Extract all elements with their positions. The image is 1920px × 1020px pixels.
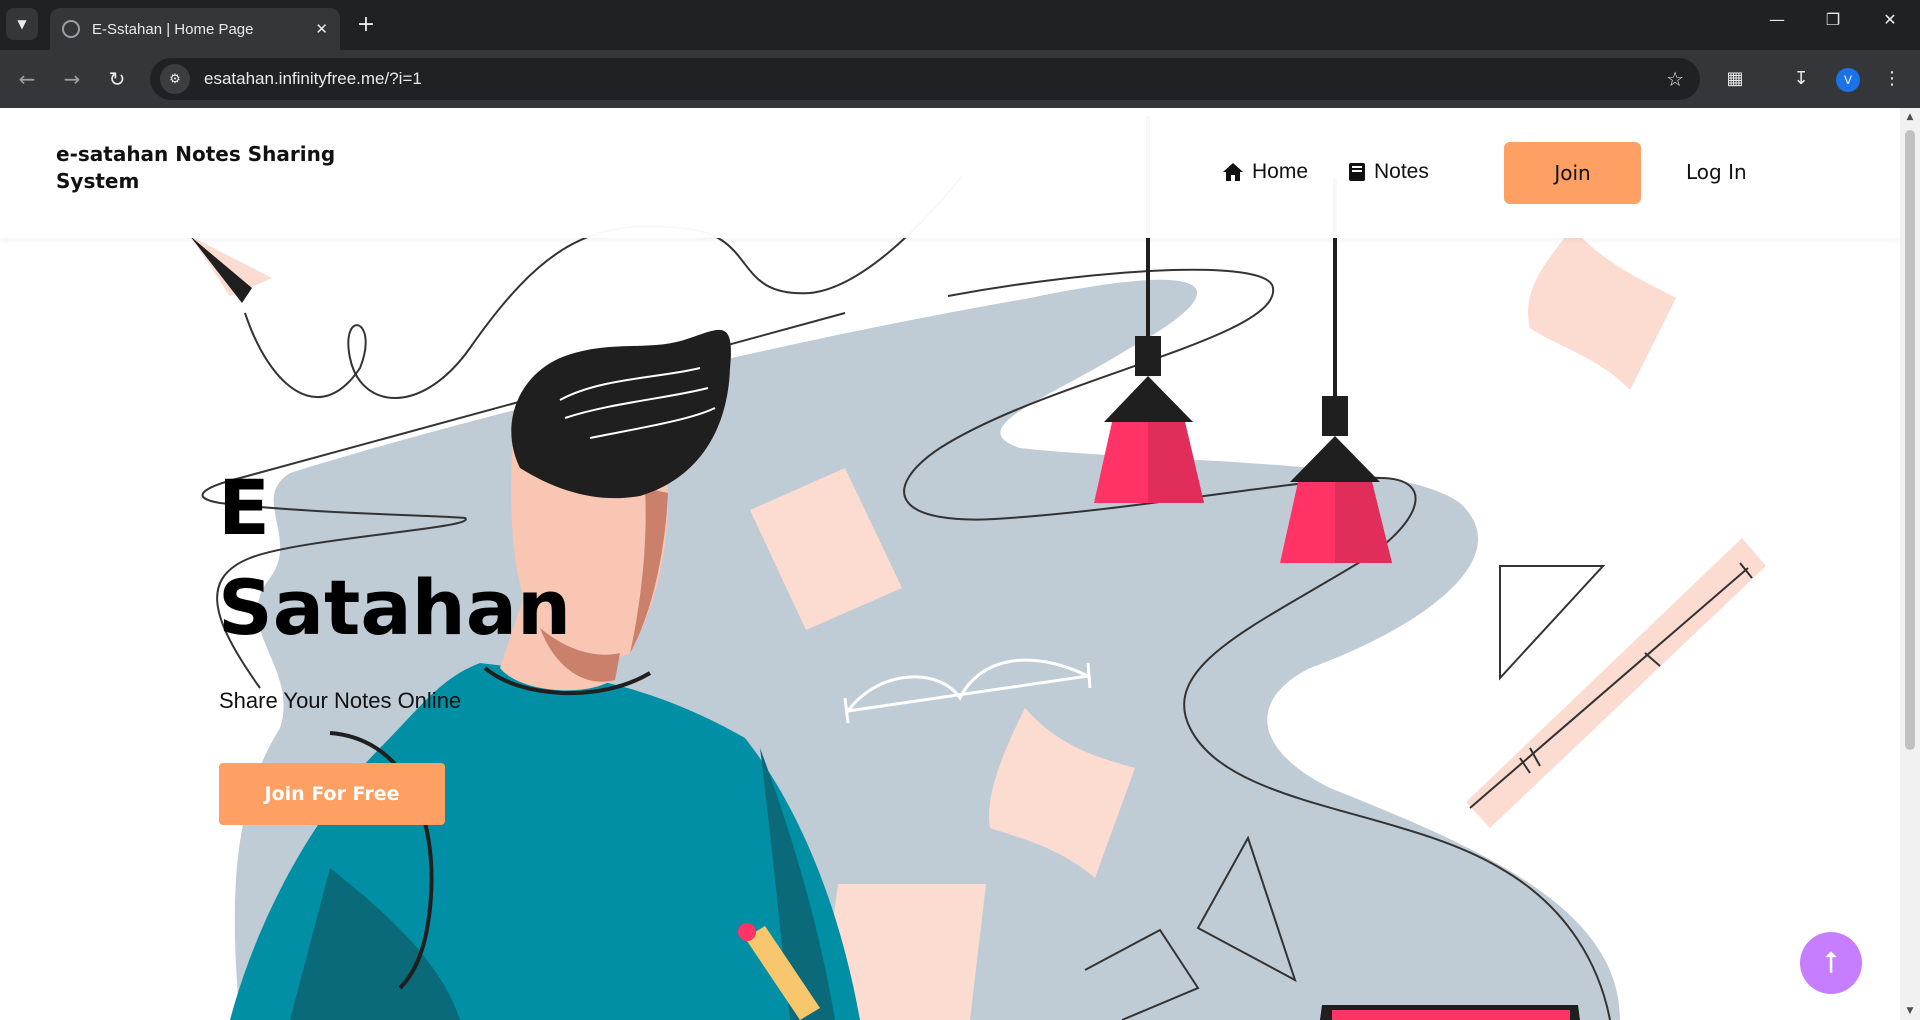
site-brand[interactable]: e-satahan Notes Sharing System — [56, 141, 346, 195]
site-info-icon[interactable]: ⚙ — [160, 64, 190, 94]
nav-notes[interactable]: Notes — [1348, 160, 1429, 184]
lamp-shade-2 — [1290, 436, 1380, 482]
tab-search-button[interactable]: ▼ — [6, 8, 38, 40]
scroll-down-icon[interactable]: ▼ — [1904, 1006, 1916, 1016]
browser-tab-strip: ▼ E-Sstahan | Home Page ✕ + — ❐ ✕ — [0, 0, 1920, 50]
new-tab-button[interactable]: + — [352, 12, 380, 40]
nav-notes-label: Notes — [1374, 160, 1429, 183]
minimize-icon[interactable]: — — [1763, 10, 1791, 29]
bookmark-star-icon[interactable]: ☆ — [1666, 67, 1684, 91]
extensions-icon[interactable]: ▦ — [1720, 64, 1750, 94]
lamp-shade-1 — [1104, 376, 1193, 422]
close-icon[interactable]: ✕ — [315, 20, 328, 38]
address-bar[interactable]: ⚙ esatahan.infinityfree.me/?i=1 ☆ — [150, 58, 1700, 100]
join-button[interactable]: Join — [1504, 142, 1641, 204]
page-viewport: e-satahan Notes Sharing System Home Note… — [0, 108, 1900, 1020]
site-header: e-satahan Notes Sharing System Home Note… — [0, 108, 1900, 238]
hero-subtitle: Share Your Notes Online — [219, 688, 462, 713]
triangle-outline-1 — [1499, 565, 1606, 681]
more-menu-icon[interactable]: ⋮ — [1877, 64, 1907, 94]
chevron-down-icon: ▼ — [17, 17, 27, 31]
nav-home[interactable]: Home — [1222, 160, 1308, 184]
paper-shape-1 — [1528, 228, 1676, 390]
back-icon[interactable]: ← — [12, 64, 42, 94]
page-scrollbar[interactable]: ▲ ▼ — [1900, 108, 1920, 1020]
join-free-button[interactable]: Join For Free — [219, 763, 445, 825]
browser-toolbar: ← → ↻ ⚙ esatahan.infinityfree.me/?i=1 ☆ … — [0, 50, 1920, 108]
window-close-icon[interactable]: ✕ — [1876, 10, 1904, 29]
hero-title-line2: Satahan — [218, 563, 572, 652]
nav-home-label: Home — [1252, 160, 1309, 183]
browser-tab-active[interactable]: E-Sstahan | Home Page ✕ — [50, 8, 340, 50]
globe-icon — [62, 20, 80, 38]
forward-icon[interactable]: → — [57, 64, 87, 94]
scroll-to-top-button[interactable]: ⭡ — [1800, 932, 1862, 994]
arrow-up-icon: ⭡ — [1823, 945, 1839, 981]
url-text[interactable]: esatahan.infinityfree.me/?i=1 — [204, 69, 1666, 89]
login-link[interactable]: Log In — [1686, 160, 1747, 184]
book-icon — [1349, 163, 1365, 181]
hero-title: E Satahan — [218, 458, 571, 658]
download-icon[interactable]: ↧ — [1786, 64, 1816, 94]
scroll-up-icon[interactable]: ▲ — [1904, 112, 1916, 122]
reload-icon[interactable]: ↻ — [102, 64, 132, 94]
scrollbar-thumb[interactable] — [1905, 130, 1915, 750]
home-icon — [1223, 163, 1243, 181]
restore-icon[interactable]: ❐ — [1819, 10, 1847, 29]
tab-title: E-Sstahan | Home Page — [92, 20, 254, 38]
hero-title-line1: E — [218, 463, 270, 552]
profile-avatar[interactable]: V — [1836, 68, 1860, 92]
